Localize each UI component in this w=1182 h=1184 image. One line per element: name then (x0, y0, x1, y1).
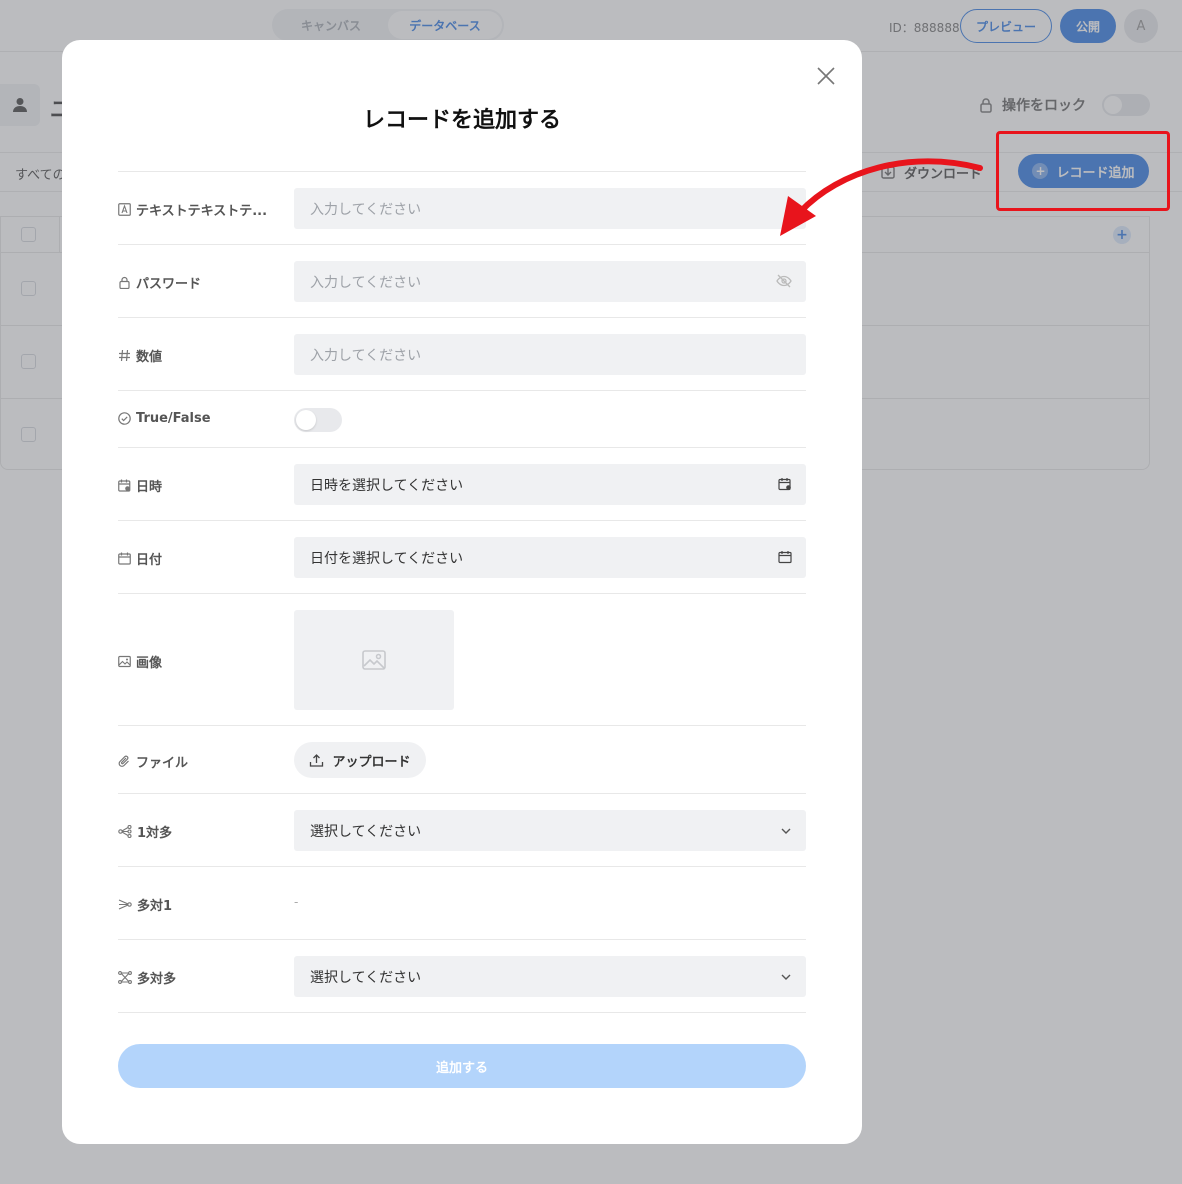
image-placeholder-icon (362, 650, 386, 670)
date-placeholder: 日付を選択してください (310, 550, 464, 567)
highlight-annotation (996, 131, 1170, 211)
check-circle-icon (118, 412, 131, 425)
many-to-one-icon (118, 899, 132, 910)
field-label-image: 画像 (118, 652, 162, 671)
datetime-picker[interactable]: 日時を選択してください (294, 464, 806, 505)
add-record-modal: レコードを追加する テキストテキストテ... 入力してください パスワード 入力… (62, 40, 862, 1144)
chevron-down-icon (781, 828, 791, 834)
many-to-many-select[interactable]: 選択してください (294, 956, 806, 997)
field-label-text-text: テキストテキストテ... (136, 204, 268, 219)
one-to-many-select[interactable]: 選択してください (294, 810, 806, 851)
eye-off-icon[interactable] (776, 274, 792, 288)
field-row-file: ファイル アップロード (118, 726, 806, 794)
upload-icon (310, 753, 324, 767)
lock-icon (119, 276, 130, 289)
field-label-datetime-text: 日時 (136, 480, 163, 495)
calendar-icon (778, 551, 792, 564)
field-row-date: 日付 日付を選択してください (118, 521, 806, 594)
submit-button[interactable]: 追加する (118, 1044, 806, 1088)
calendar-icon (118, 552, 131, 565)
field-label-number-text: 数値 (136, 350, 163, 365)
datetime-placeholder: 日時を選択してください (310, 477, 464, 494)
field-row-number: 数値 入力してください (118, 318, 806, 391)
image-icon (118, 655, 131, 668)
password-input[interactable]: 入力してください (294, 261, 806, 302)
paperclip-icon (118, 755, 129, 767)
many-to-one-value: - (294, 895, 299, 909)
field-label-date: 日付 (118, 549, 162, 568)
field-label-file: ファイル (118, 752, 188, 771)
one-to-many-icon (118, 825, 132, 838)
many-to-many-placeholder: 選択してください (310, 969, 422, 986)
text-input[interactable]: 入力してください (294, 188, 806, 229)
chevron-down-icon (781, 974, 791, 980)
field-label-password: パスワード (118, 273, 201, 292)
upload-label: アップロード (332, 754, 411, 770)
field-row-many-to-one: 多対1 - (118, 867, 806, 940)
number-input[interactable]: 入力してください (294, 334, 806, 375)
field-row-image: 画像 (118, 594, 806, 726)
boolean-toggle[interactable] (294, 408, 342, 432)
field-row-many-to-many: 多対多 選択してください (118, 940, 806, 1013)
field-label-file-text: ファイル (136, 756, 189, 771)
field-label-boolean-text: True/False (136, 411, 211, 426)
field-row-one-to-many: 1対多 選択してください (118, 794, 806, 867)
image-upload-box[interactable] (294, 610, 454, 710)
record-form: テキストテキストテ... 入力してください パスワード 入力してください 数値 … (118, 171, 806, 1013)
field-row-password: パスワード 入力してください (118, 245, 806, 318)
date-picker[interactable]: 日付を選択してください (294, 537, 806, 578)
field-row-boolean: True/False (118, 391, 806, 448)
password-placeholder: 入力してください (310, 274, 422, 291)
field-label-one-to-many-text: 1対多 (137, 826, 173, 841)
field-label-many-to-many-text: 多対多 (137, 972, 177, 987)
field-label-one-to-many: 1対多 (118, 822, 172, 841)
hash-icon (119, 349, 130, 362)
field-row-datetime: 日時 日時を選択してください (118, 448, 806, 521)
field-label-many-to-many: 多対多 (118, 968, 176, 987)
field-label-password-text: パスワード (136, 277, 202, 292)
field-label-many-to-one: 多対1 (118, 895, 172, 914)
field-label-image-text: 画像 (136, 656, 163, 671)
field-label-date-text: 日付 (136, 553, 163, 568)
field-label-many-to-one-text: 多対1 (137, 899, 173, 914)
text-field-icon (118, 203, 131, 216)
field-label-boolean: True/False (118, 411, 211, 426)
field-label-text: テキストテキストテ... (118, 200, 267, 219)
field-label-number: 数値 (118, 346, 162, 365)
calendar-clock-icon (778, 478, 791, 491)
one-to-many-placeholder: 選択してください (310, 823, 422, 840)
field-label-datetime: 日時 (118, 476, 162, 495)
field-row-text: テキストテキストテ... 入力してください (118, 172, 806, 245)
modal-title: レコードを追加する (362, 108, 561, 133)
many-to-many-icon (118, 971, 132, 984)
upload-button[interactable]: アップロード (294, 742, 426, 778)
close-icon[interactable] (814, 64, 838, 88)
calendar-clock-icon (118, 479, 131, 492)
